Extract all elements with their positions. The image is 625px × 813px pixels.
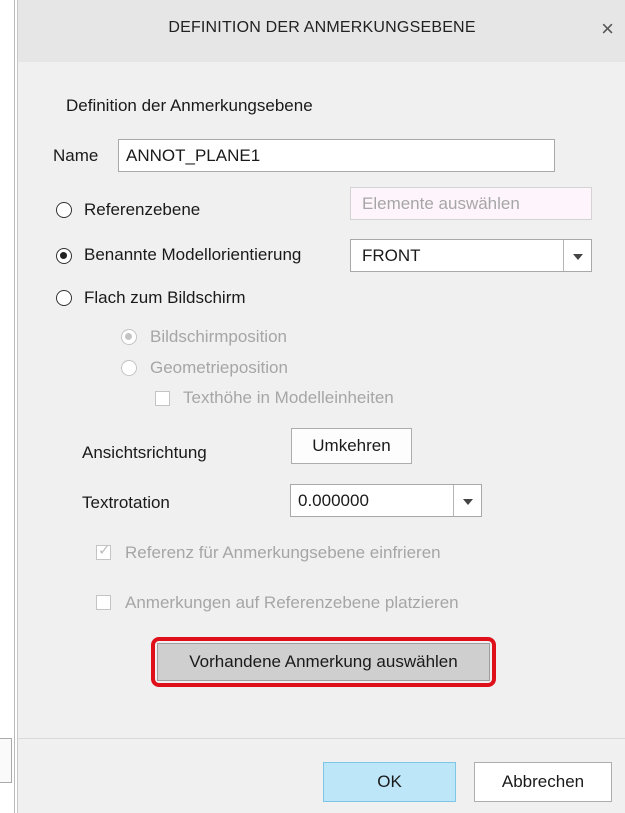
text-height-label: Texthöhe in Modelleinheiten: [183, 388, 394, 407]
geometry-position-label: Geometrieposition: [150, 358, 288, 377]
highlight-frame: [151, 637, 496, 687]
background-panel: [0, 0, 15, 813]
select-elements-field[interactable]: Elemente auswählen: [350, 187, 592, 220]
name-field[interactable]: ANNOT_PLANE1: [118, 139, 555, 172]
annotation-plane-dialog: DEFINITION DER ANMERKUNGSEBENE × Definit…: [17, 0, 625, 813]
freeze-reference-label: Referenz für Anmerkungsebene einfrieren: [125, 543, 441, 562]
view-direction-label: Ansichtsrichtung: [82, 443, 207, 462]
section-label: Definition der Anmerkungsebene: [66, 96, 313, 115]
named-orientation-label: Benannte Modellorientierung: [84, 245, 302, 264]
reference-plane-label: Referenzebene: [84, 200, 201, 219]
background-panel-control: [0, 738, 12, 783]
place-on-reference-label: Anmerkungen auf Referenzebene platzieren: [125, 593, 459, 612]
dialog-title: DEFINITION DER ANMERKUNGSEBENE: [168, 19, 476, 36]
reference-plane-radio[interactable]: [56, 202, 72, 218]
name-label: Name: [53, 146, 99, 165]
flip-button[interactable]: Umkehren: [291, 428, 412, 464]
screen-position-label: Bildschirmposition: [150, 327, 287, 346]
ok-button[interactable]: OK: [323, 762, 456, 802]
text-rotation-field[interactable]: 0.000000: [290, 484, 482, 517]
freeze-reference-checkbox[interactable]: ✓: [96, 542, 111, 560]
checkmark-icon: ✓: [98, 542, 111, 559]
orientation-dropdown[interactable]: FRONT: [350, 239, 592, 272]
chevron-down-icon[interactable]: [453, 485, 481, 516]
geometry-position-radio[interactable]: [121, 360, 137, 376]
footer-divider: [18, 738, 625, 739]
flat-to-screen-label: Flach zum Bildschirm: [84, 288, 246, 307]
orientation-value: FRONT: [362, 246, 421, 265]
text-rotation-value: 0.000000: [298, 491, 369, 510]
named-orientation-radio[interactable]: [56, 248, 72, 264]
place-on-reference-checkbox[interactable]: [96, 595, 111, 610]
close-icon[interactable]: ×: [601, 16, 614, 42]
text-height-checkbox[interactable]: [155, 391, 170, 406]
chevron-down-icon[interactable]: [563, 240, 591, 271]
dialog-titlebar: DEFINITION DER ANMERKUNGSEBENE ×: [18, 0, 625, 62]
text-rotation-label: Textrotation: [82, 493, 170, 512]
cancel-button[interactable]: Abbrechen: [474, 762, 612, 802]
screen-position-radio[interactable]: [121, 329, 137, 345]
flat-to-screen-radio[interactable]: [56, 290, 72, 306]
